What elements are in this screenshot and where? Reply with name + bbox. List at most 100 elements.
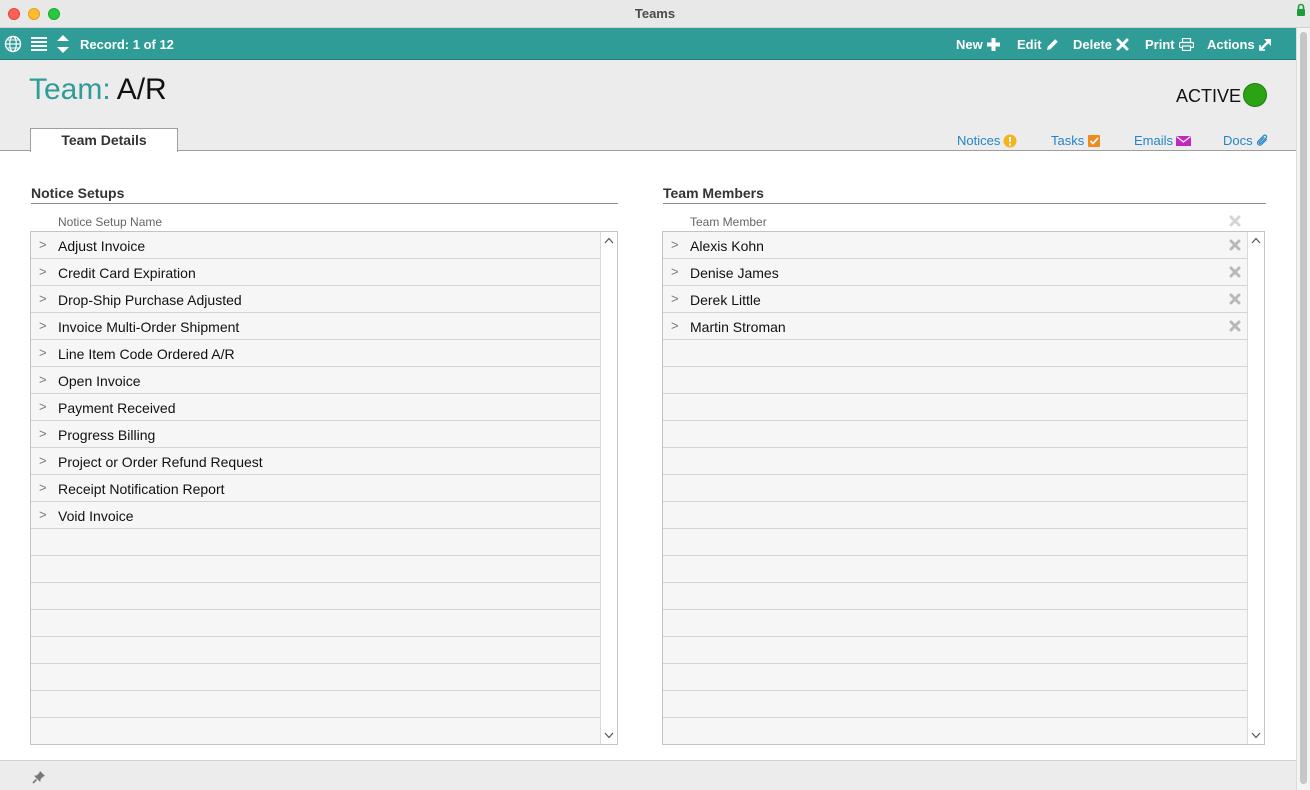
list-item[interactable]: > Martin Stroman: [663, 313, 1248, 340]
empty-row: [31, 529, 601, 556]
tasks-link-label: Tasks: [1051, 133, 1085, 148]
new-button-label: New: [956, 37, 983, 52]
expand-chevron-icon[interactable]: >: [39, 264, 47, 279]
expand-chevron-icon[interactable]: >: [39, 372, 47, 387]
remove-member-icon[interactable]: [1229, 239, 1241, 251]
notices-link-label: Notices: [957, 133, 1001, 148]
expand-chevron-icon[interactable]: >: [39, 345, 47, 360]
remove-member-icon[interactable]: [1229, 266, 1241, 278]
empty-row: [663, 502, 1248, 529]
list-item[interactable]: > Invoice Multi-Order Shipment: [31, 313, 601, 340]
actions-button[interactable]: Actions: [1207, 37, 1272, 52]
list-menu-icon[interactable]: [31, 37, 47, 51]
remove-all-icon[interactable]: [1229, 215, 1241, 227]
window-title: Teams: [634, 6, 676, 21]
emails-link[interactable]: Emails: [1134, 133, 1192, 148]
expand-chevron-icon[interactable]: >: [39, 399, 47, 414]
scroll-up-icon[interactable]: [604, 237, 614, 244]
team-members-title: Team Members: [663, 185, 764, 201]
pin-icon[interactable]: [32, 770, 46, 784]
empty-row: [31, 583, 601, 610]
expand-chevron-icon[interactable]: >: [39, 453, 47, 468]
list-item-label: Credit Card Expiration: [58, 265, 196, 281]
list-item[interactable]: > Credit Card Expiration: [31, 259, 601, 286]
window-scrollbar-thumb[interactable]: [1300, 32, 1307, 784]
empty-row: [663, 448, 1248, 475]
expand-chevron-icon[interactable]: >: [671, 264, 679, 279]
expand-chevron-icon[interactable]: >: [39, 507, 47, 522]
printer-icon: [1178, 38, 1194, 51]
print-button-label: Print: [1145, 37, 1175, 52]
notice-setups-scrollbar[interactable]: [600, 232, 617, 744]
checkbox-checked-icon: [1088, 134, 1101, 147]
list-item[interactable]: > Alexis Kohn: [663, 232, 1248, 259]
list-item-label: Denise James: [690, 265, 779, 281]
list-item[interactable]: > Drop-Ship Purchase Adjusted: [31, 286, 601, 313]
list-item-label: Drop-Ship Purchase Adjusted: [58, 292, 242, 308]
list-item-label: Line Item Code Ordered A/R: [58, 346, 235, 362]
list-item[interactable]: > Denise James: [663, 259, 1248, 286]
list-item-label: Invoice Multi-Order Shipment: [58, 319, 240, 335]
print-button[interactable]: Print: [1145, 37, 1194, 52]
scroll-up-icon[interactable]: [1251, 237, 1261, 244]
list-item[interactable]: > Open Invoice: [31, 367, 601, 394]
notice-setup-name-column-header[interactable]: Notice Setup Name: [58, 215, 162, 229]
delete-button-label: Delete: [1073, 37, 1113, 52]
remove-member-icon[interactable]: [1229, 293, 1241, 305]
notice-setups-rows: > Adjust Invoice > Credit Card Expiration > D…: [31, 232, 601, 744]
notices-link[interactable]: Notices: [957, 133, 1017, 148]
team-members-list: > Alexis Kohn > Denise James > Derek Little > M…: [662, 231, 1265, 745]
list-item[interactable]: > Derek Little: [663, 286, 1248, 313]
delete-button[interactable]: Delete: [1073, 37, 1129, 52]
record-up-down-icon[interactable]: [56, 33, 70, 55]
scroll-down-icon[interactable]: [1251, 732, 1261, 739]
notice-setups-title: Notice Setups: [31, 185, 125, 201]
lock-icon[interactable]: [1296, 3, 1306, 17]
empty-row: [31, 718, 601, 744]
tasks-link[interactable]: Tasks: [1051, 133, 1101, 148]
expand-chevron-icon[interactable]: >: [671, 237, 679, 252]
list-item[interactable]: > Void Invoice: [31, 502, 601, 529]
tab-team-details[interactable]: Team Details: [30, 128, 178, 152]
actions-button-label: Actions: [1207, 37, 1255, 52]
expand-chevron-icon[interactable]: >: [671, 291, 679, 306]
expand-chevron-icon[interactable]: >: [39, 480, 47, 495]
record-toolbar: Record: 1 of 12 New Edit Delete Print Ac…: [0, 28, 1296, 60]
list-item[interactable]: > Progress Billing: [31, 421, 601, 448]
edit-button[interactable]: Edit: [1017, 37, 1059, 52]
empty-row: [663, 475, 1248, 502]
list-item-label: Void Invoice: [58, 508, 134, 524]
list-item[interactable]: > Payment Received: [31, 394, 601, 421]
remove-member-icon[interactable]: [1229, 320, 1241, 332]
expand-chevron-icon[interactable]: >: [39, 291, 47, 306]
empty-row: [663, 718, 1248, 744]
page-title-label: Team:: [29, 73, 111, 106]
team-member-column-header[interactable]: Team Member: [690, 215, 767, 229]
list-item[interactable]: > Line Item Code Ordered A/R: [31, 340, 601, 367]
globe-icon[interactable]: [4, 35, 22, 53]
list-item[interactable]: > Receipt Notification Report: [31, 475, 601, 502]
empty-row: [663, 556, 1248, 583]
window-scrollbar[interactable]: [1296, 28, 1310, 790]
expand-chevron-icon[interactable]: >: [39, 318, 47, 333]
list-item[interactable]: > Adjust Invoice: [31, 232, 601, 259]
plus-icon: [986, 38, 1000, 51]
expand-arrow-icon: [1258, 39, 1271, 51]
expand-chevron-icon[interactable]: >: [671, 318, 679, 333]
list-item[interactable]: > Project or Order Refund Request: [31, 448, 601, 475]
expand-chevron-icon[interactable]: >: [39, 426, 47, 441]
scroll-down-icon[interactable]: [604, 732, 614, 739]
record-counter: Record: 1 of 12: [80, 37, 174, 52]
team-members-scrollbar[interactable]: [1247, 232, 1264, 744]
emails-link-label: Emails: [1134, 133, 1174, 148]
edit-button-label: Edit: [1017, 37, 1042, 52]
docs-link[interactable]: Docs: [1223, 133, 1269, 148]
empty-row: [663, 637, 1248, 664]
status-label: ACTIVE: [1176, 86, 1242, 106]
expand-chevron-icon[interactable]: >: [39, 237, 47, 252]
empty-row: [663, 529, 1248, 556]
list-item-label: Martin Stroman: [690, 319, 786, 335]
team-members-rows: > Alexis Kohn > Denise James > Derek Little > M…: [663, 232, 1248, 744]
empty-row: [663, 691, 1248, 718]
new-button[interactable]: New: [956, 37, 1000, 52]
